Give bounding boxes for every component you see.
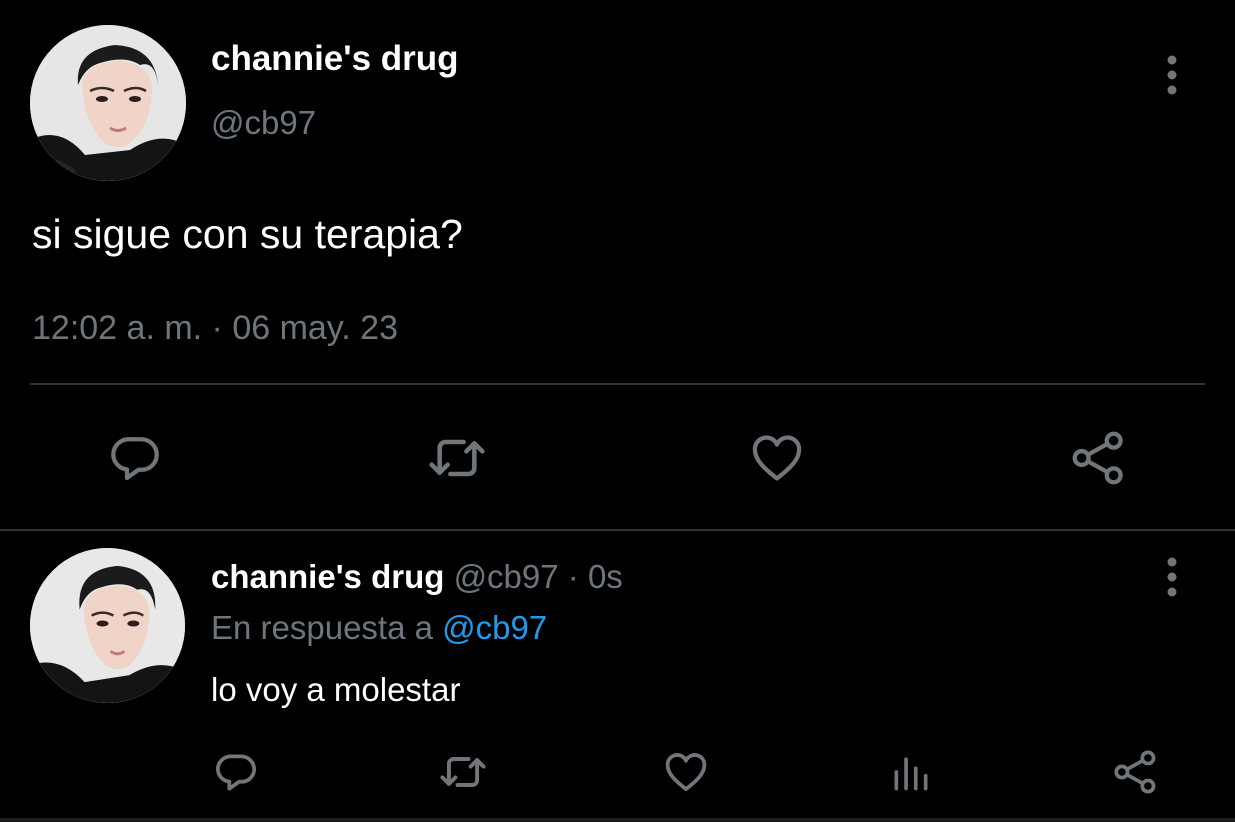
retweet-button[interactable]	[422, 423, 492, 493]
analytics-icon	[894, 757, 928, 791]
profile-photo	[30, 25, 186, 181]
more-options-button[interactable]	[1157, 552, 1187, 602]
display-name[interactable]: channie's drug	[211, 39, 459, 79]
share-button[interactable]	[1064, 423, 1134, 493]
retweet-icon	[440, 757, 486, 787]
handle-and-time[interactable]: @cb97 · 0s	[454, 558, 623, 595]
retweet-icon	[429, 439, 485, 477]
profile-photo	[30, 548, 185, 703]
retweet-button[interactable]	[428, 737, 498, 807]
heart-icon	[752, 435, 802, 481]
like-button[interactable]	[651, 737, 721, 807]
reply-header: channie's drug @cb97 · 0s	[211, 558, 623, 596]
share-button[interactable]	[1101, 737, 1171, 807]
display-name[interactable]: channie's drug	[211, 558, 444, 595]
mention-link[interactable]: @cb97	[442, 609, 547, 646]
tweet-text: lo voy a molestar	[211, 671, 461, 708]
share-icon	[1114, 750, 1156, 794]
tweet-timestamp[interactable]: 12:02 a. m. · 06 may. 23	[32, 309, 398, 348]
avatar[interactable]	[30, 548, 185, 703]
replying-to: En respuesta a @cb97	[211, 609, 547, 647]
heart-icon	[665, 753, 707, 791]
analytics-button[interactable]	[876, 737, 946, 807]
more-vertical-icon	[1167, 557, 1177, 597]
replying-to-label: En respuesta a	[211, 609, 433, 646]
more-options-button[interactable]	[1157, 50, 1187, 100]
reply-icon	[216, 754, 256, 791]
reply-button[interactable]	[201, 737, 271, 807]
reply-icon	[111, 437, 159, 481]
divider	[0, 529, 1235, 531]
user-handle[interactable]: @cb97	[211, 104, 316, 142]
like-button[interactable]	[742, 423, 812, 493]
more-vertical-icon	[1167, 55, 1177, 95]
divider	[0, 818, 1235, 822]
reply-button[interactable]	[100, 423, 170, 493]
divider	[30, 383, 1205, 385]
tweet-text: si sigue con su terapia?	[32, 211, 463, 257]
share-icon	[1072, 431, 1123, 485]
avatar[interactable]	[30, 25, 186, 181]
